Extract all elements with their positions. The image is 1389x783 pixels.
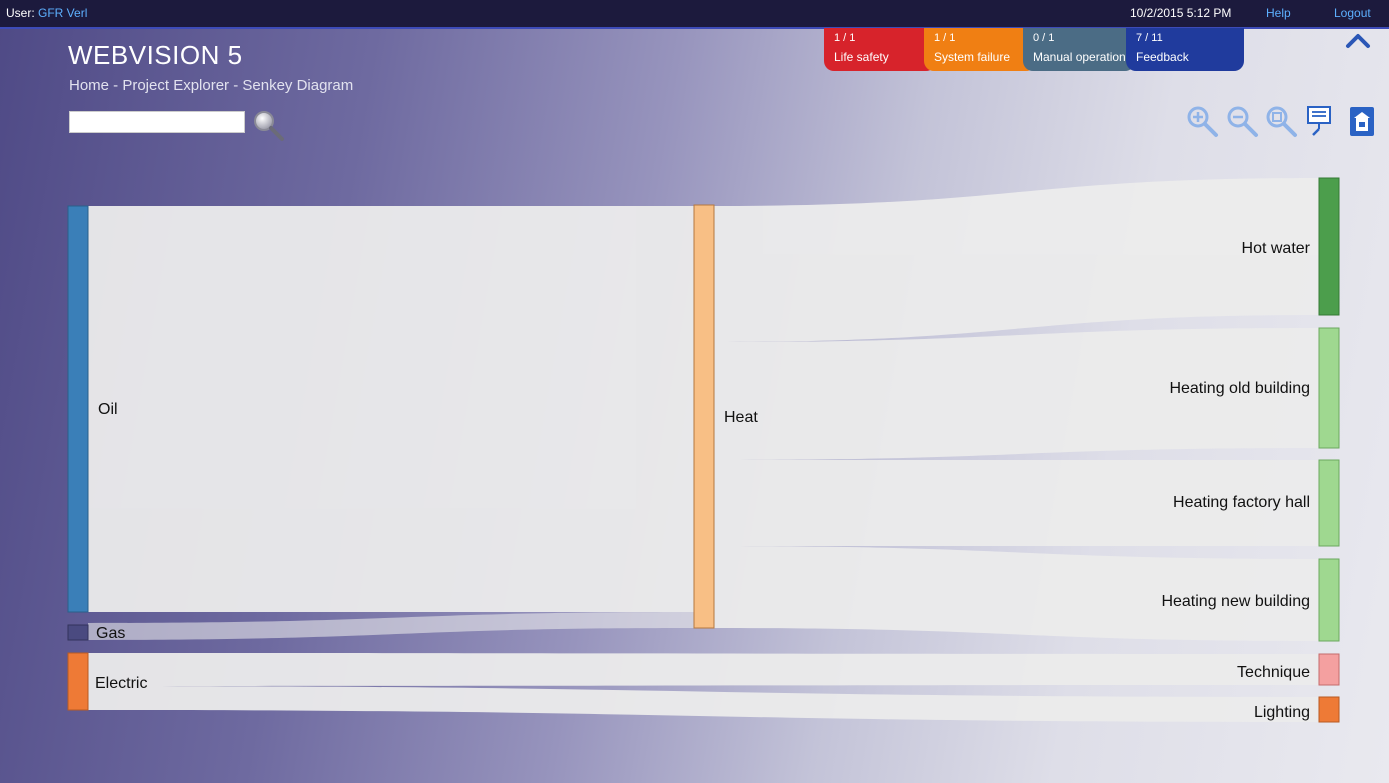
label-hot-water: Hot water [1242,240,1311,257]
search-input[interactable] [69,111,245,133]
user-name[interactable]: GFR Verl [38,6,87,20]
alarm-count: 1 / 1 [834,32,856,44]
presentation-icon[interactable] [1303,104,1337,138]
label-heating-factory-hall: Heating factory hall [1173,494,1310,511]
link-heat-hot-water[interactable] [714,178,1319,342]
node-oil[interactable] [67,205,89,613]
alarm-manual-operation[interactable]: 0 / 1 Manual operation [1023,28,1135,71]
help-link[interactable]: Help [1266,6,1291,20]
alarm-count: 0 / 1 [1033,32,1055,44]
alarm-count: 7 / 11 [1136,32,1163,44]
node-heat[interactable] [693,204,715,629]
user-info: User: GFR Verl [6,6,87,20]
node-gas[interactable] [67,624,89,641]
label-heat: Heat [724,409,758,426]
zoom-out-icon[interactable] [1225,104,1259,138]
alarm-count: 1 / 1 [934,32,956,44]
zoom-fit-icon[interactable] [1264,104,1298,138]
node-hot-water[interactable] [1318,177,1340,316]
link-electric-technique[interactable] [88,653,1319,686]
node-lighting[interactable] [1318,696,1340,723]
alarm-label: Life safety [834,50,889,64]
collapse-up-icon[interactable] [1345,30,1371,50]
node-heating-old-building[interactable] [1318,327,1340,449]
app-title: WEBVISION 5 [68,40,243,70]
alarm-feedback[interactable]: 7 / 11 Feedback [1126,28,1244,71]
search-icon[interactable] [251,108,287,144]
label-heating-new-building: Heating new building [1161,593,1310,610]
label-electric: Electric [95,675,147,692]
label-oil: Oil [98,401,118,418]
breadcrumb[interactable]: Home - Project Explorer - Senkey Diagram [69,77,353,94]
alarm-label: Manual operation [1033,50,1126,64]
label-lighting: Lighting [1254,704,1310,721]
node-electric[interactable] [67,652,89,711]
link-oil-heat[interactable] [88,206,694,612]
node-heating-factory-hall[interactable] [1318,459,1340,547]
link-gas-heat[interactable] [88,612,694,640]
alarm-life-safety[interactable]: 1 / 1 Life safety [824,28,936,71]
alarm-label: Feedback [1136,50,1189,64]
building-icon[interactable] [1345,104,1379,138]
user-prefix: User: [6,6,35,20]
alarm-label: System failure [934,50,1011,64]
sankey-diagram: Oil Gas Electric Heat Hot water Heating … [67,177,1340,723]
node-technique[interactable] [1318,653,1340,686]
label-gas: Gas [96,625,125,642]
datetime: 10/2/2015 5:12 PM [1130,6,1232,20]
label-technique: Technique [1237,664,1310,681]
alarm-system-failure[interactable]: 1 / 1 System failure [924,28,1036,71]
zoom-in-icon[interactable] [1185,104,1219,138]
label-heating-old-building: Heating old building [1169,380,1310,397]
node-heating-new-building[interactable] [1318,558,1340,642]
logout-link[interactable]: Logout [1334,6,1371,20]
top-bar: User: GFR Verl 10/2/2015 5:12 PM Help Lo… [0,0,1389,29]
link-electric-lighting[interactable] [88,686,1319,722]
